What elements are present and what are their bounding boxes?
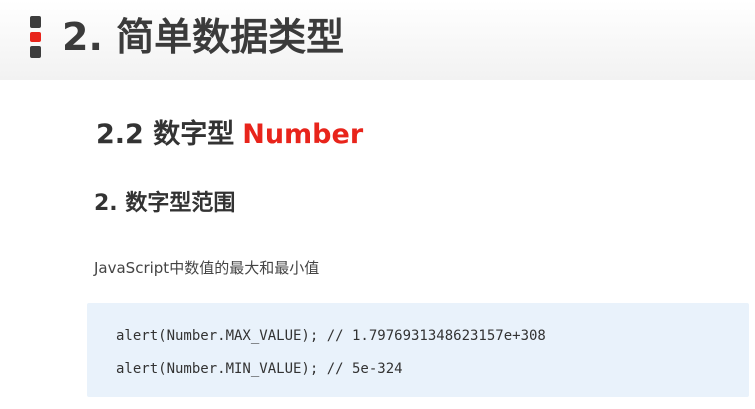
- header-marker-top: [30, 16, 41, 28]
- slide-title: 2. 简单数据类型: [62, 15, 345, 59]
- description-text: JavaScript中数值的最大和最小值: [94, 259, 320, 277]
- header-marker-middle-accent: [30, 32, 41, 42]
- code-line-min-value: alert(Number.MIN_VALUE); // 5e-324: [116, 361, 403, 377]
- section-title-highlight: Number: [242, 119, 364, 150]
- code-block: alert(Number.MAX_VALUE); // 1.7976931348…: [87, 303, 749, 397]
- code-line-max-value: alert(Number.MAX_VALUE); // 1.7976931348…: [116, 328, 546, 344]
- header-marker-bottom: [30, 46, 41, 58]
- section-title-prefix: 2.2 数字型: [96, 119, 235, 150]
- slide-header: 2. 简单数据类型: [0, 0, 755, 80]
- subsection-heading: 2. 数字型范围: [94, 191, 236, 216]
- section-title: 2.2 数字型 Number: [96, 115, 363, 155]
